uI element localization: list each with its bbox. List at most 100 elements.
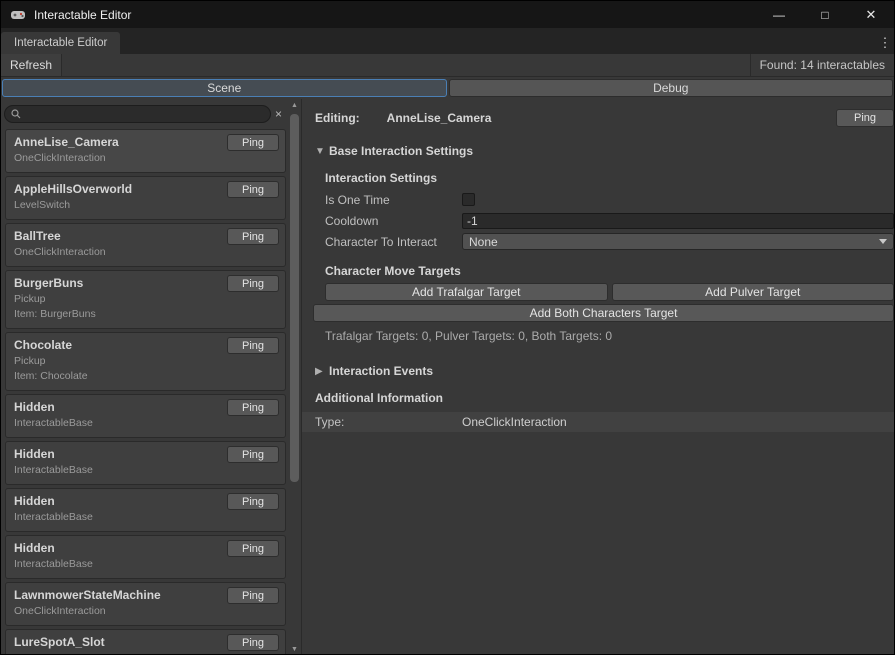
character-to-interact-dropdown[interactable]: None: [462, 233, 894, 250]
cooldown-label: Cooldown: [325, 214, 462, 228]
search-input[interactable]: [21, 108, 266, 120]
titlebar: Interactable Editor — □ ✕: [1, 1, 894, 28]
refresh-button[interactable]: Refresh: [1, 54, 62, 76]
foldout-collapsed-icon: ▶: [315, 366, 329, 377]
interactable-subtitle: InteractableBase: [14, 416, 277, 431]
interaction-events-foldout[interactable]: ▶ Interaction Events: [315, 362, 894, 380]
app-icon: [10, 7, 26, 23]
base-settings-foldout[interactable]: ▼ Base Interaction Settings: [315, 142, 894, 160]
interactable-subtitle: Pickup: [14, 354, 277, 369]
ping-button[interactable]: Ping: [227, 337, 279, 354]
interactable-subtitle: OneClickInteraction: [14, 245, 277, 260]
type-row: Type: OneClickInteraction: [302, 412, 894, 432]
additional-information-title: Additional Information: [315, 389, 894, 407]
ping-button[interactable]: Ping: [227, 587, 279, 604]
type-label: Type:: [315, 415, 462, 429]
minimize-button[interactable]: —: [756, 1, 802, 28]
interactable-subtitles: LevelSwitch: [14, 198, 277, 213]
inspector-ping-button[interactable]: Ping: [836, 109, 894, 127]
editing-value: AnneLise_Camera: [387, 111, 492, 125]
list-item[interactable]: AnneLise_Camera OneClickInteraction Ping: [5, 129, 286, 173]
interactable-subtitle: OneClickInteraction: [14, 151, 277, 166]
interactable-subtitle: InteractableBase: [14, 463, 277, 478]
interaction-settings-title: Interaction Settings: [325, 169, 894, 187]
interactable-subtitle: Item: BurgerBuns: [14, 307, 277, 322]
character-to-interact-value: None: [469, 235, 498, 249]
doc-tab-strip: Interactable Editor ⋮: [1, 28, 894, 54]
scroll-down-icon[interactable]: ▼: [288, 644, 301, 655]
scroll-up-icon[interactable]: ▲: [288, 100, 301, 111]
ping-button[interactable]: Ping: [227, 275, 279, 292]
cooldown-input[interactable]: [462, 213, 894, 229]
list-item[interactable]: Chocolate PickupItem: Chocolate Ping: [5, 332, 286, 391]
list-item[interactable]: Hidden InteractableBase Ping: [5, 394, 286, 438]
view-tabs: Scene Debug: [1, 77, 894, 99]
maximize-button[interactable]: □: [802, 1, 848, 28]
cooldown-row: Cooldown: [325, 210, 894, 231]
interactable-subtitle: LevelSwitch: [14, 198, 277, 213]
interactable-subtitles: PickupItem: Chocolate: [14, 354, 277, 384]
interactable-editor-window: Interactable Editor — □ ✕ Interactable E…: [0, 0, 895, 655]
is-one-time-row: Is One Time: [325, 189, 894, 210]
search-icon: [11, 109, 21, 119]
search-field[interactable]: [4, 105, 271, 123]
is-one-time-label: Is One Time: [325, 193, 462, 207]
is-one-time-checkbox[interactable]: [462, 193, 475, 206]
interactable-subtitle: OneClickInteraction: [14, 604, 277, 619]
scene-list-panel: × AnneLise_Camera OneClickInteraction Pi…: [1, 99, 288, 655]
interactable-list: AnneLise_Camera OneClickInteraction Ping…: [4, 125, 288, 655]
search-row: ×: [4, 103, 288, 125]
scrollbar-track[interactable]: [288, 111, 301, 644]
list-item[interactable]: AppleHillsOverworld LevelSwitch Ping: [5, 176, 286, 220]
ping-button[interactable]: Ping: [227, 446, 279, 463]
tab-debug[interactable]: Debug: [449, 79, 894, 97]
ping-button[interactable]: Ping: [227, 134, 279, 151]
list-item[interactable]: Hidden InteractableBase Ping: [5, 488, 286, 532]
interactable-subtitles: InteractableBase: [14, 416, 277, 431]
list-scrollbar[interactable]: ▲ ▼: [288, 99, 301, 655]
scrollbar-thumb[interactable]: [290, 114, 299, 482]
interactable-subtitle: Pickup: [14, 292, 277, 307]
search-clear-icon[interactable]: ×: [271, 107, 286, 122]
interactable-subtitle: InteractableBase: [14, 510, 277, 525]
main-area: × AnneLise_Camera OneClickInteraction Pi…: [1, 99, 894, 655]
interactable-subtitles: OneClickInteraction: [14, 245, 277, 260]
ping-button[interactable]: Ping: [227, 540, 279, 557]
ping-button[interactable]: Ping: [227, 493, 279, 510]
tab-menu-icon[interactable]: ⋮: [876, 32, 894, 54]
interactable-subtitles: InteractableBase: [14, 463, 277, 478]
add-pulver-target-button[interactable]: Add Pulver Target: [612, 283, 895, 301]
ping-button[interactable]: Ping: [227, 634, 279, 651]
editing-label: Editing:: [315, 111, 360, 125]
interactable-subtitle: Item: Chocolate: [14, 369, 277, 384]
add-trafalgar-target-button[interactable]: Add Trafalgar Target: [325, 283, 608, 301]
interactable-subtitles: OneClickInteraction: [14, 604, 277, 619]
character-to-interact-row: Character To Interact None: [325, 231, 894, 252]
ping-button[interactable]: Ping: [227, 181, 279, 198]
character-to-interact-label: Character To Interact: [325, 235, 462, 249]
interactable-subtitle: InteractableBase: [14, 557, 277, 572]
ping-button[interactable]: Ping: [227, 399, 279, 416]
list-item[interactable]: LawnmowerStateMachine OneClickInteractio…: [5, 582, 286, 626]
editing-header: Editing: AnneLise_Camera Ping: [315, 108, 894, 128]
list-item[interactable]: Hidden InteractableBase Ping: [5, 441, 286, 485]
tab-scene[interactable]: Scene: [2, 79, 447, 97]
window-title: Interactable Editor: [34, 8, 131, 22]
tab-interactable-editor[interactable]: Interactable Editor: [1, 32, 120, 54]
add-both-targets-button[interactable]: Add Both Characters Target: [313, 304, 894, 322]
list-item[interactable]: BurgerBuns PickupItem: BurgerBuns Ping: [5, 270, 286, 329]
close-button[interactable]: ✕: [848, 1, 894, 28]
found-count-label: Found: 14 interactables: [750, 54, 894, 76]
interactable-subtitles: PickupItem: BurgerBuns: [14, 292, 277, 322]
targets-summary: Trafalgar Targets: 0, Pulver Targets: 0,…: [325, 329, 894, 345]
interactable-subtitles: InteractableBase: [14, 557, 277, 572]
foldout-open-icon: ▼: [315, 146, 329, 157]
list-item[interactable]: Hidden InteractableBase Ping: [5, 535, 286, 579]
inspector-panel: Editing: AnneLise_Camera Ping ▼ Base Int…: [301, 99, 894, 655]
list-item[interactable]: BallTree OneClickInteraction Ping: [5, 223, 286, 267]
interactable-subtitles: InteractableBase: [14, 510, 277, 525]
toolbar-spacer: [62, 54, 750, 76]
ping-button[interactable]: Ping: [227, 228, 279, 245]
toolbar: Refresh Found: 14 interactables: [1, 54, 894, 77]
list-item[interactable]: LureSpotA_Slot Ping: [5, 629, 286, 655]
